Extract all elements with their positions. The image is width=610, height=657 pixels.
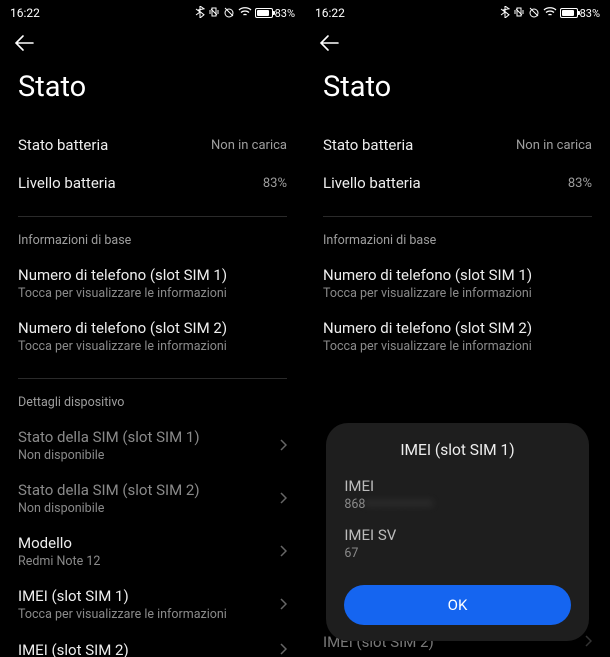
bluetooth-icon: [500, 6, 510, 21]
item-model[interactable]: Modello Redmi Note 12: [18, 526, 287, 579]
row-battery-state[interactable]: Stato batteria Non in carica: [323, 126, 592, 164]
label: Livello batteria: [323, 174, 421, 192]
item-phone-sim2[interactable]: Numero di telefono (slot SIM 2) Tocca pe…: [323, 311, 592, 364]
status-bar: 16:22 83%: [0, 0, 305, 26]
battery-percent: 83%: [275, 7, 295, 20]
label: Stato batteria: [323, 136, 413, 154]
item-title: Numero di telefono (slot SIM 2): [18, 319, 227, 337]
item-phone-sim2[interactable]: Numero di telefono (slot SIM 2) Tocca pe…: [18, 311, 287, 364]
section-basic-info: Informazioni di base: [18, 227, 287, 258]
chevron-right-icon: [273, 542, 287, 561]
section-device-details: Dettagli dispositivo: [18, 389, 287, 420]
value: 83%: [568, 176, 592, 191]
divider: [18, 378, 287, 379]
clock: 16:22: [10, 6, 40, 20]
back-button[interactable]: [319, 34, 341, 52]
dialog-backdrop[interactable]: IMEI (slot SIM 1) IMEI 868••••••••••• IM…: [305, 370, 610, 657]
divider: [323, 216, 592, 217]
chevron-right-icon: [273, 436, 287, 455]
status-icons: 83%: [500, 6, 600, 21]
dialog-imeisv-value: 67: [344, 546, 570, 561]
item-subtitle: Tocca per visualizzare le informazioni: [18, 339, 227, 354]
dialog-imei-value: 868•••••••••••: [344, 497, 570, 512]
page-title: Stato: [305, 56, 610, 126]
status-icons: 83%: [195, 6, 295, 21]
bluetooth-icon: [195, 6, 205, 21]
label: Livello batteria: [18, 174, 116, 192]
divider: [18, 216, 287, 217]
chevron-right-icon: [273, 489, 287, 508]
clock: 16:22: [315, 6, 345, 20]
back-button[interactable]: [14, 34, 36, 52]
item-imei1[interactable]: IMEI (slot SIM 1) Tocca per visualizzare…: [18, 579, 287, 632]
item-title: Stato della SIM (slot SIM 2): [18, 481, 200, 499]
chevron-right-icon: [273, 595, 287, 614]
alarm-off-icon: [528, 6, 540, 21]
item-phone-sim1[interactable]: Numero di telefono (slot SIM 1) Tocca pe…: [18, 258, 287, 311]
imei-dialog: IMEI (slot SIM 1) IMEI 868••••••••••• IM…: [326, 423, 588, 641]
row-battery-level[interactable]: Livello batteria 83%: [323, 164, 592, 202]
item-sim1-state[interactable]: Stato della SIM (slot SIM 1) Non disponi…: [18, 420, 287, 473]
dialog-title: IMEI (slot SIM 1): [344, 441, 570, 459]
vibrate-icon: [208, 6, 220, 21]
battery-indicator: 83%: [560, 7, 600, 20]
item-subtitle: Tocca per visualizzare le informazioni: [323, 286, 532, 301]
wifi-icon: [543, 7, 557, 20]
vibrate-icon: [513, 6, 525, 21]
item-subtitle: Tocca per visualizzare le informazioni: [323, 339, 532, 354]
status-bar: 16:22 83%: [305, 0, 610, 26]
battery-percent: 83%: [580, 7, 600, 20]
alarm-off-icon: [223, 6, 235, 21]
dialog-imei-label: IMEI: [344, 477, 570, 495]
value: 83%: [263, 176, 287, 191]
item-title: Numero di telefono (slot SIM 2): [323, 319, 532, 337]
item-subtitle: Redmi Note 12: [18, 554, 100, 569]
item-sim2-state[interactable]: Stato della SIM (slot SIM 2) Non disponi…: [18, 473, 287, 526]
label: Stato batteria: [18, 136, 108, 154]
ok-button[interactable]: OK: [344, 585, 570, 625]
item-title: Numero di telefono (slot SIM 1): [323, 266, 532, 284]
screenshot-left: 16:22 83% Stato Stato: [0, 0, 305, 657]
dialog-imeisv-label: IMEI SV: [344, 526, 570, 544]
chevron-right-icon: [273, 640, 287, 657]
value: Non in carica: [211, 138, 287, 153]
item-title: IMEI (slot SIM 1): [18, 587, 227, 605]
item-title: Modello: [18, 534, 100, 552]
value: Non in carica: [516, 138, 592, 153]
row-battery-state[interactable]: Stato batteria Non in carica: [18, 126, 287, 164]
item-title: IMEI (slot SIM 2): [18, 641, 129, 657]
item-title: Stato della SIM (slot SIM 1): [18, 428, 200, 446]
wifi-icon: [238, 7, 252, 20]
row-battery-level[interactable]: Livello batteria 83%: [18, 164, 287, 202]
battery-indicator: 83%: [255, 7, 295, 20]
screenshot-right: 16:22 83% Stato Stato batteria Non in ca…: [305, 0, 610, 657]
item-imei2[interactable]: IMEI (slot SIM 2): [18, 632, 287, 657]
item-subtitle: Non disponibile: [18, 501, 200, 516]
item-phone-sim1[interactable]: Numero di telefono (slot SIM 1) Tocca pe…: [323, 258, 592, 311]
page-title: Stato: [0, 56, 305, 126]
item-subtitle: Non disponibile: [18, 448, 200, 463]
item-title: Numero di telefono (slot SIM 1): [18, 266, 227, 284]
item-subtitle: Tocca per visualizzare le informazioni: [18, 607, 227, 622]
section-basic-info: Informazioni di base: [323, 227, 592, 258]
item-subtitle: Tocca per visualizzare le informazioni: [18, 286, 227, 301]
